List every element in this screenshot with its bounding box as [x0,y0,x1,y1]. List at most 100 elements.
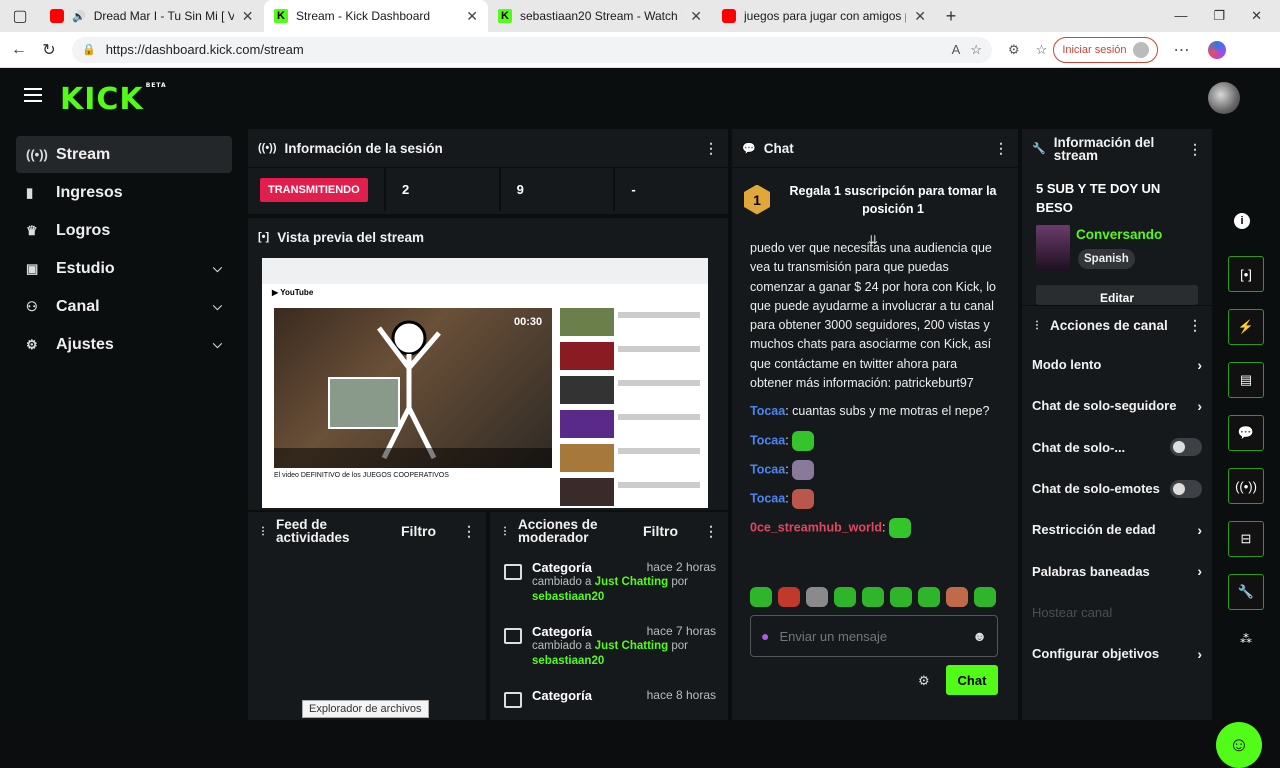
more-options-icon[interactable]: ⋮ [1188,142,1202,156]
emote-icon[interactable] [792,459,815,480]
close-tab-icon[interactable]: ✕ [242,8,254,25]
chat-input-box[interactable]: ● ☻ [750,615,998,657]
emote-icon[interactable] [890,587,912,607]
info-icon[interactable]: i [1234,213,1250,229]
more-options-icon[interactable]: ⋮ [462,524,476,538]
signin-button[interactable]: Iniciar sesión [1053,36,1158,63]
youtube-logo: ▶ YouTube [272,288,314,297]
url-field[interactable]: 🔒 https://dashboard.kick.com/stream A ☆ [72,36,992,63]
sidebar-item-stream[interactable]: ((•)) Stream [16,136,232,173]
chat-username[interactable]: Tocaa [750,491,785,505]
close-tab-icon[interactable]: ✕ [914,8,926,25]
stream-preview-video[interactable]: ▶ YouTube 00:30 El video DEFINITIVO de l… [262,258,708,508]
emote-icon[interactable] [974,587,996,607]
help-chat-button[interactable]: ☺ [1216,722,1262,768]
chat-username[interactable]: 0ce_streamhub_world [750,520,882,534]
notes-widget-button[interactable]: ▤ [1228,362,1264,398]
copilot-icon[interactable] [1207,40,1226,59]
emote-icon[interactable] [792,488,815,509]
close-tab-icon[interactable]: ✕ [690,8,702,25]
sidebar-item-ingresos[interactable]: ▮ Ingresos [16,174,232,211]
more-options-icon[interactable]: ⋮ [704,140,718,157]
more-options-icon[interactable]: ⋮ [704,524,718,538]
slow-mode-item[interactable]: Modo lento › [1022,344,1212,385]
browser-tab-1[interactable]: 🔊 Dread Mar I - Tu Sin Mi [ Vid ✕ [40,0,264,32]
browser-tab-4[interactable]: juegos para jugar con amigos pc ✕ [712,0,936,32]
filter-button[interactable]: Filtro [643,524,678,538]
emote-icon[interactable] [918,587,940,607]
moderation-widget-button[interactable]: ⊟ [1228,521,1264,557]
emote-icon[interactable] [834,587,856,607]
chat-username[interactable]: Tocaa [750,433,785,447]
emote-icon[interactable] [862,587,884,607]
filter-button[interactable]: Filtro [401,524,436,538]
emote-icon[interactable] [750,587,772,607]
goals-item[interactable]: Configurar objetivos › [1022,633,1212,674]
emote-icon[interactable] [792,430,815,451]
edit-stream-button[interactable]: Editar [1036,285,1198,305]
kick-logo[interactable]: KICK BETA [60,82,167,117]
user-avatar[interactable] [1208,82,1240,114]
share-icon[interactable]: ⁂ [1240,632,1252,646]
broadcast-icon: ((•)) [258,142,277,154]
age-restriction-item[interactable]: Restricción de edad › [1022,509,1212,550]
emote-icon[interactable] [778,587,800,607]
sidebar-item-estudio[interactable]: ▣ Estudio ⌵ [16,250,232,287]
user-link[interactable]: sebastiaan20 [532,591,604,603]
channel-action-label: Palabras baneadas [1032,563,1150,579]
close-tab-icon[interactable]: ✕ [466,8,478,25]
chat-username[interactable]: Tocaa [750,462,785,476]
reload-icon[interactable]: ↻ [34,35,64,65]
sidebar-item-logros[interactable]: ♛ Logros [16,212,232,249]
more-options-icon[interactable]: ⋮ [994,140,1008,157]
mod-action-title: Categoría [532,624,592,639]
preview-browser-chrome [262,258,708,284]
preview-widget-button[interactable]: [•] [1228,256,1264,292]
category-link[interactable]: Just Chatting [595,576,668,588]
emote-icon[interactable] [946,587,968,607]
browser-tab-3[interactable]: K sebastiaan20 Stream - Watch Live ✕ [488,0,712,32]
flash-widget-button[interactable]: ⚡ [1228,309,1264,345]
close-window-icon[interactable]: ✕ [1251,8,1262,24]
extensions-icon[interactable]: ⚙ [1008,42,1020,58]
stream-category[interactable]: Conversando [1076,227,1162,242]
read-aloud-icon[interactable]: A [952,42,961,57]
sidebar-item-canal[interactable]: ⚇ Canal ⌵ [16,288,232,325]
maximize-icon[interactable]: ❐ [1213,8,1225,24]
chat-input[interactable] [779,628,950,644]
broadcast-widget-button[interactable]: ((•)) [1228,468,1264,504]
favorite-star-icon[interactable]: ☆ [970,42,982,58]
banned-words-item[interactable]: Palabras baneadas › [1022,550,1212,591]
emote-icon[interactable] [888,517,911,538]
category-link[interactable]: Just Chatting [595,640,668,652]
minimize-icon[interactable]: — [1174,8,1187,24]
browser-tab-2[interactable]: K Stream - Kick Dashboard ✕ [264,0,488,32]
more-menu-icon[interactable]: ⋯ [1174,40,1190,60]
emote-icon[interactable] [806,587,828,607]
sidebar-item-ajustes[interactable]: ⚙ Ajustes ⌵ [16,326,232,363]
favorites-icon[interactable]: ☆ [1036,42,1048,58]
chevron-right-icon: › [1197,645,1202,662]
new-tab-icon[interactable]: + [936,6,966,27]
followers-only-item[interactable]: Chat de solo-seguidore › [1022,385,1212,426]
emoji-picker-icon[interactable]: ☻ [972,628,987,644]
chat-username[interactable]: Tocaa [750,404,785,418]
subs-only-toggle[interactable] [1170,438,1202,457]
panel-header: ⋮ Feed de actividades Filtro ⋮ [248,512,486,550]
gift-sub-banner[interactable]: 1 Regala 1 suscripción para tomar la pos… [732,167,1018,231]
panel-title: Chat [763,140,794,156]
send-chat-button[interactable]: Chat [946,665,998,695]
user-link[interactable]: sebastiaan20 [532,655,604,667]
back-icon[interactable]: ← [4,35,34,65]
menu-icon[interactable] [24,88,42,102]
emotes-only-toggle[interactable] [1170,479,1202,498]
tab-title: sebastiaan20 Stream - Watch Live [520,9,682,23]
tab-actions-icon[interactable]: ▢ [0,0,40,32]
chat-settings-icon[interactable]: ⚙ [918,673,930,689]
session-info-panel: ((•)) Información de la sesión ⋮ TRANSMI… [248,129,728,214]
chat-widget-button[interactable]: 💬 [1228,415,1264,451]
speaker-icon[interactable]: 🔊 [72,10,86,23]
more-options-icon[interactable]: ⋮ [1188,317,1202,334]
mod-action-title: Categoría [532,560,592,575]
tools-widget-button[interactable]: 🔧 [1228,574,1264,610]
